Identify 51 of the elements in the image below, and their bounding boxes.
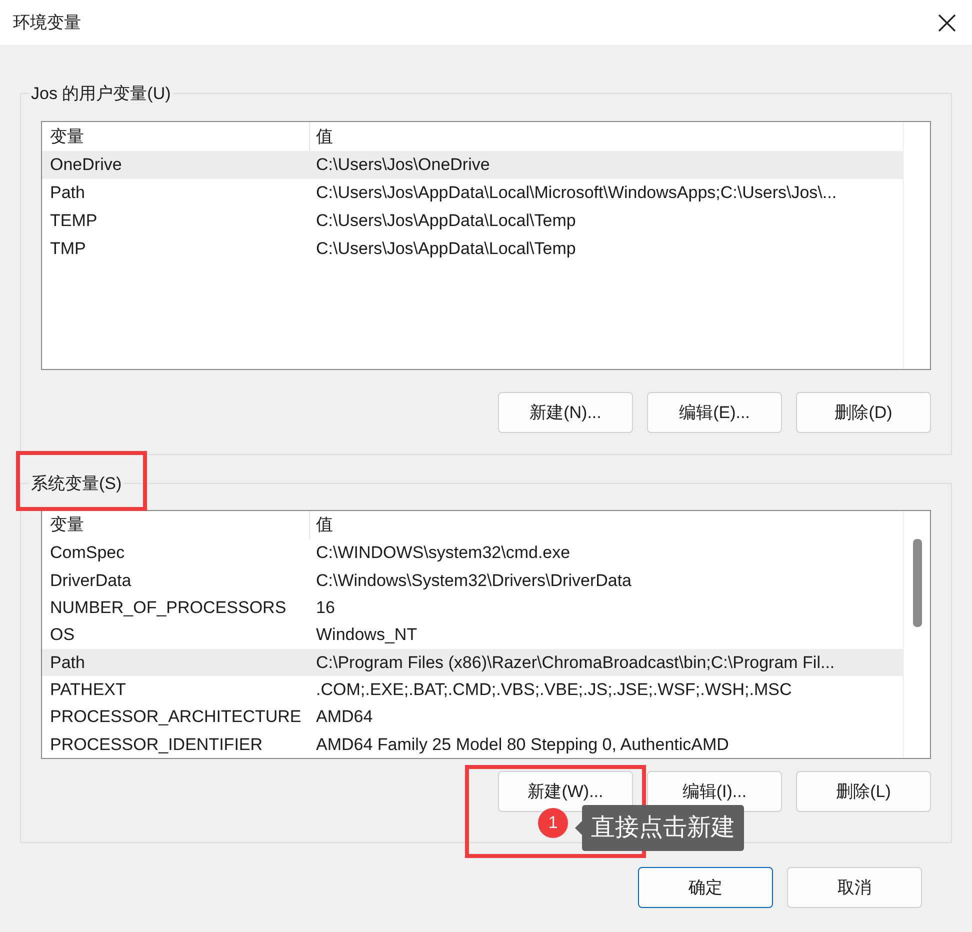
variable-row[interactable]: Path C:\Users\Jos\AppData\Local\Microsoft\WindowsApps;C:\Users\Jos\... [42, 179, 903, 207]
variable-name: PROCESSOR_IDENTIFIER [49, 734, 264, 756]
variable-row[interactable]: Path C:\Program Files (x86)\Razer\ChromaBroadcast\bin;C:\Program Fil... [42, 648, 903, 676]
variable-row[interactable]: PROCESSOR_IDENTIFIER AMD64 Family 25 Model 80 Stepping 0, AuthenticAMD [42, 730, 903, 758]
variable-value: C:\Users\Jos\OneDrive [315, 154, 491, 176]
variable-name: PATHEXT [49, 678, 127, 701]
variable-value: C:\WINDOWS\system32\cmd.exe [315, 542, 572, 564]
action-button[interactable]: 编辑(E)... [647, 392, 782, 433]
variable-row[interactable]: OS Windows_NT [42, 621, 903, 649]
variable-value: AMD64 [315, 706, 374, 728]
variable-value: AMD64 Family 25 Model 80 Stepping 0, AuthenticAMD [315, 734, 730, 756]
variable-value: C:\Users\Jos\AppData\Local\Temp [315, 210, 577, 232]
variable-row[interactable]: TEMP C:\Users\Jos\AppData\Local\Temp [42, 207, 903, 235]
action-button[interactable]: 删除(D) [796, 392, 931, 433]
variable-name: Path [49, 182, 86, 204]
variable-value: Windows_NT [315, 624, 418, 646]
window-title: 环境变量 [13, 12, 81, 34]
variable-name: OneDrive [49, 154, 123, 176]
variable-value: C:\Program Files (x86)\Razer\ChromaBroadcast\bin;C:\Program Fil... [315, 652, 836, 674]
cancel-button[interactable]: 取消 [787, 867, 922, 908]
close-icon[interactable] [938, 14, 956, 32]
step-badge: 1 [538, 808, 568, 838]
scrollbar-thumb[interactable] [912, 539, 922, 627]
variable-name: TEMP [49, 210, 98, 232]
variable-row[interactable]: TMP C:\Users\Jos\AppData\Local\Temp [42, 235, 903, 263]
variable-value: C:\Users\Jos\AppData\Local\Microsoft\WindowsApps;C:\Users\Jos\... [315, 182, 838, 204]
variable-name: Path [49, 652, 86, 674]
variable-row[interactable]: NUMBER_OF_PROCESSORS 16 [42, 594, 903, 622]
action-button[interactable]: 新建(N)... [498, 392, 633, 433]
variable-row[interactable]: OneDrive C:\Users\Jos\OneDrive [42, 151, 903, 179]
action-button[interactable]: 删除(L) [796, 771, 931, 812]
column-header[interactable]: 变量 [42, 511, 310, 540]
variable-name: ComSpec [49, 542, 126, 564]
variable-name: PROCESSOR_ARCHITECTURE [49, 706, 302, 728]
variable-row[interactable]: PROCESSOR_ARCHITECTURE AMD64 [42, 703, 903, 731]
variable-value: .COM;.EXE;.BAT;.CMD;.VBS;.VBE;.JS;.JSE;.WSF;.WSH;.MSC [315, 678, 793, 701]
variable-name: DriverData [49, 570, 132, 592]
variable-value: C:\Users\Jos\AppData\Local\Temp [315, 238, 577, 260]
variable-name: NUMBER_OF_PROCESSORS [49, 596, 288, 619]
action-button[interactable]: 新建(W)... [498, 771, 633, 812]
column-header[interactable]: 值 [310, 122, 903, 151]
variable-row[interactable]: ComSpec C:\WINDOWS\system32\cmd.exe [42, 539, 903, 567]
variable-row[interactable]: DriverData C:\Windows\System32\Drivers\DriverData [42, 566, 903, 594]
column-header[interactable]: 值 [310, 511, 903, 540]
variable-row[interactable]: PATHEXT .COM;.EXE;.BAT;.CMD;.VBS;.VBE;.JS;.JSE;.WSF;.WSH;.MSC [42, 676, 903, 704]
variable-value: 16 [315, 596, 336, 619]
variable-name: OS [49, 624, 76, 646]
annotation-tooltip: 直接点击新建 [582, 805, 744, 851]
variable-name: TMP [49, 238, 87, 260]
ok-button[interactable]: 确定 [638, 867, 773, 908]
variable-value: C:\Windows\System32\Drivers\DriverData [315, 570, 633, 592]
